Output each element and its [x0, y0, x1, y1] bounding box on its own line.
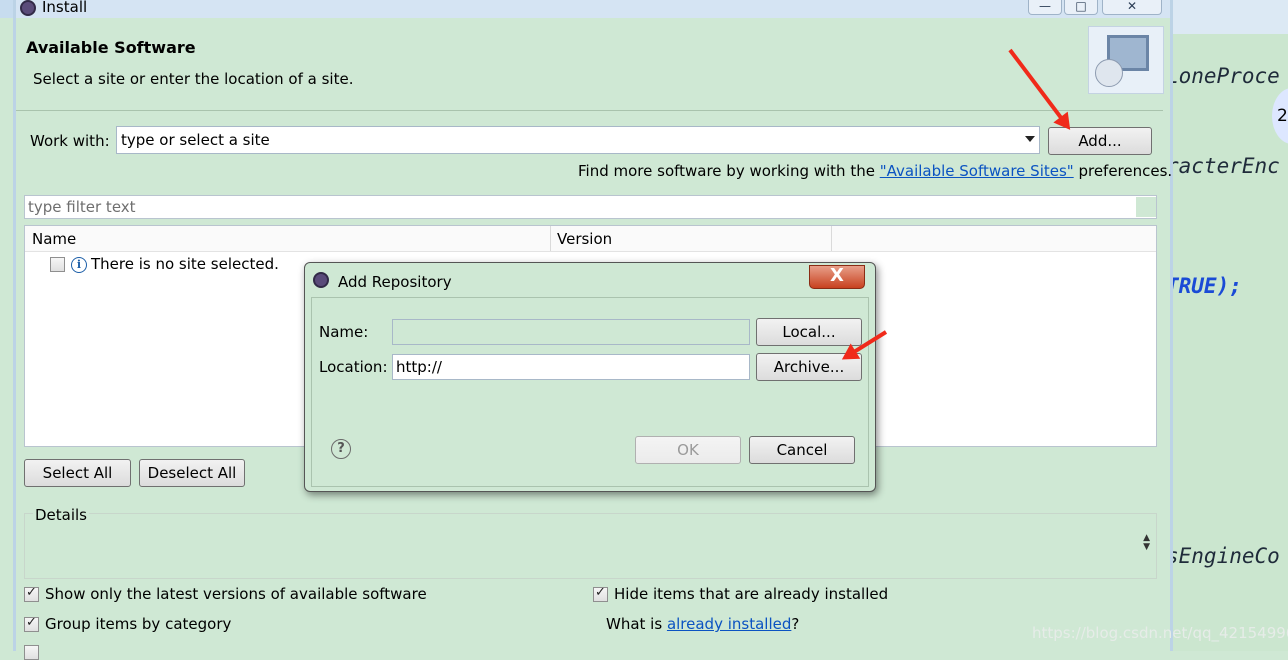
code-line-1: LoneProce [1166, 64, 1280, 88]
find-more-suffix: preferences. [1073, 162, 1173, 180]
name-label: Name: [319, 323, 369, 341]
row-label: There is no site selected. [91, 255, 279, 273]
what-is-suffix: ? [791, 615, 800, 633]
watermark: https://blog.csdn.net/qq_42154996 [1032, 624, 1288, 642]
filter-placeholder: type filter text [28, 198, 136, 216]
deselect-all-button[interactable]: Deselect All [139, 459, 245, 487]
eclipse-icon [20, 0, 36, 16]
available-software-sites-link[interactable]: "Available Software Sites" [880, 162, 1074, 180]
install-title: Install [42, 0, 88, 16]
chevron-down-icon[interactable] [1025, 136, 1035, 142]
repo-body: Name: Local... Location: http:// Archive… [311, 297, 869, 487]
eclipse-icon [313, 272, 329, 288]
already-installed-link[interactable]: already installed [667, 615, 791, 633]
code-line-2: racterEnc [1166, 154, 1280, 178]
info-icon: i [71, 257, 87, 273]
name-field[interactable] [392, 319, 750, 345]
code-line-4: sEngineCo [1166, 544, 1280, 568]
local-button[interactable]: Local... [756, 318, 862, 346]
repo-titlebar: Add Repository X [305, 263, 875, 297]
select-all-button[interactable]: Select All [24, 459, 131, 487]
location-label: Location: [319, 358, 388, 376]
details-label: Details [33, 506, 90, 524]
minimize-icon[interactable]: — [1028, 0, 1062, 15]
details-scroll-icon[interactable]: ▲ ▼ [1143, 534, 1150, 552]
location-field[interactable]: http:// [392, 354, 750, 380]
details-group: Details ▲ ▼ [24, 506, 1157, 579]
column-divider[interactable] [550, 226, 551, 251]
table-header: Name Version [25, 226, 1156, 252]
header-banner: Available Software Select a site or ente… [16, 26, 1164, 111]
show-latest-checkbox[interactable] [24, 585, 39, 602]
column-version[interactable]: Version [557, 230, 612, 248]
group-by-category-label: Group items by category [45, 615, 232, 633]
install-software-icon [1088, 26, 1164, 94]
hide-installed-label: Hide items that are already installed [614, 585, 889, 603]
show-latest-label: Show only the latest versions of availab… [45, 585, 427, 603]
row-checkbox[interactable] [50, 257, 65, 272]
filter-input[interactable]: type filter text [24, 195, 1157, 219]
page-title: Available Software [26, 38, 196, 57]
work-with-label: Work with: [30, 132, 110, 150]
line-marker-number: 2 [1277, 106, 1288, 126]
close-icon[interactable]: ✕ [1102, 0, 1162, 15]
maximize-icon[interactable]: □ [1064, 0, 1098, 15]
find-more-text: Find more software by working with the "… [578, 162, 1172, 180]
repo-title: Add Repository [338, 273, 452, 291]
partial-checkbox[interactable] [24, 645, 39, 660]
what-is-installed-text: What is already installed? [606, 615, 799, 633]
code-keyword: TRUE); [1166, 274, 1242, 298]
page-subtitle: Select a site or enter the location of a… [33, 70, 354, 88]
ok-button[interactable]: OK [635, 436, 741, 464]
column-divider[interactable] [831, 226, 832, 251]
work-with-combo[interactable]: type or select a site [116, 126, 1040, 154]
hide-installed-checkbox[interactable] [593, 585, 608, 602]
code-line-3: TRUE); [1166, 274, 1242, 298]
find-more-prefix: Find more software by working with the [578, 162, 880, 180]
close-icon[interactable]: X [809, 265, 865, 289]
help-icon[interactable]: ? [331, 439, 351, 459]
column-name[interactable]: Name [32, 230, 76, 248]
disc-icon [1095, 59, 1123, 87]
cancel-button[interactable]: Cancel [749, 436, 855, 464]
install-titlebar: Install — □ ✕ [16, 0, 1170, 18]
add-repository-dialog: Add Repository X Name: Local... Location… [304, 262, 876, 492]
what-is-prefix: What is [606, 615, 667, 633]
work-with-value: type or select a site [121, 131, 270, 149]
group-by-category-checkbox[interactable] [24, 615, 39, 632]
editor-tabbar [1165, 0, 1288, 34]
clear-filter-icon[interactable] [1136, 197, 1156, 217]
